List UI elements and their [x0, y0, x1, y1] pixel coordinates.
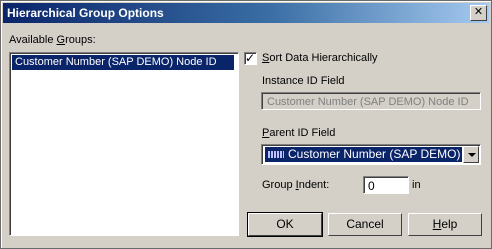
instance-id-field: Customer Number (SAP DEMO) Node ID	[261, 92, 481, 110]
ok-button[interactable]: OK	[247, 212, 323, 237]
group-indent-input[interactable]: 0	[363, 176, 409, 194]
title-bar[interactable]: Hierarchical Group Options ✕	[3, 3, 489, 23]
instance-id-label: Instance ID Field	[262, 75, 345, 87]
parent-id-selected: Customer Number (SAP DEMO) Parent	[265, 147, 462, 162]
close-button[interactable]: ✕	[470, 5, 487, 21]
available-groups-list[interactable]: Customer Number (SAP DEMO) Node ID	[9, 52, 239, 236]
list-item[interactable]: Customer Number (SAP DEMO) Node ID	[12, 55, 234, 70]
parent-id-dropdown[interactable]: Customer Number (SAP DEMO) Parent	[261, 144, 481, 165]
cancel-button[interactable]: Cancel	[328, 213, 402, 236]
indent-unit: in	[412, 179, 421, 191]
dialog-title: Hierarchical Group Options	[7, 6, 164, 20]
close-icon: ✕	[473, 6, 484, 18]
check-icon: ✓	[245, 51, 256, 65]
parent-id-label: Parent ID Field	[262, 127, 336, 139]
group-indent-label: Group Indent:	[262, 179, 330, 191]
dropdown-button[interactable]	[463, 146, 479, 163]
help-button[interactable]: Help	[408, 213, 482, 236]
field-icon	[268, 150, 284, 158]
dialog-window: Hierarchical Group Options ✕ Available G…	[0, 0, 492, 249]
sort-hierarchically-label[interactable]: Sort Data Hierarchically	[262, 52, 378, 64]
available-groups-label: Available Groups:	[9, 34, 96, 46]
sort-hierarchically-checkbox[interactable]: ✓	[244, 51, 257, 65]
chevron-down-icon	[468, 153, 476, 157]
